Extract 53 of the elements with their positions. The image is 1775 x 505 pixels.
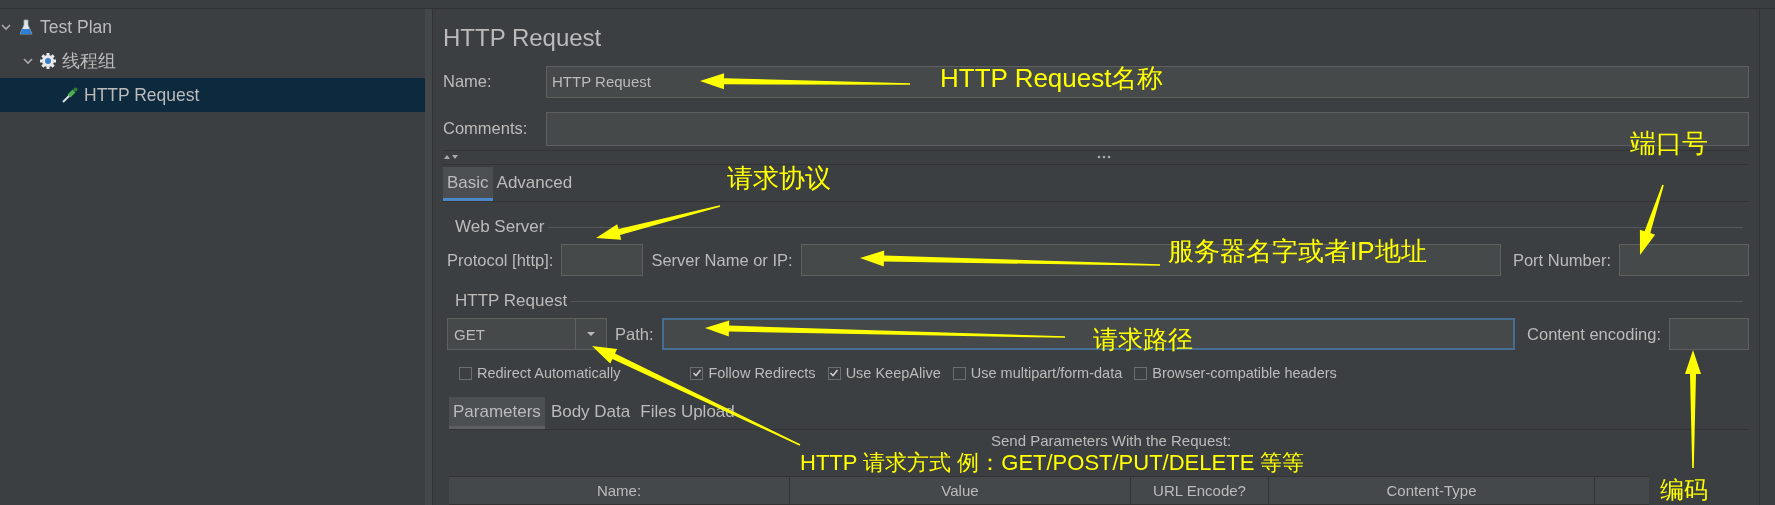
gear-icon [39, 52, 57, 70]
annotation-text: 请求路径 [1093, 325, 1193, 354]
column-header[interactable]: Content-Type [1269, 477, 1595, 504]
tab[interactable]: Basic [443, 167, 493, 202]
tab[interactable]: Parameters [449, 397, 545, 430]
tree-item[interactable]: Test Plan [0, 10, 425, 44]
annotation-text: 端口号 [1630, 129, 1708, 159]
table-caption: Send Parameters With the Request: [990, 432, 1232, 450]
field-label: Comments: [443, 119, 529, 139]
column-header[interactable]: Value [790, 477, 1131, 504]
checkbox[interactable] [1134, 366, 1148, 380]
checkbox-label: Use KeepAlive [845, 365, 941, 382]
caret-icon [586, 331, 596, 338]
annotation-text: 编码 [1660, 476, 1708, 504]
field-label: Path: [615, 324, 654, 344]
chevron-icon[interactable] [0, 21, 12, 33]
collapse-arrows-icon[interactable] [443, 153, 459, 162]
group-title: Web Server [455, 217, 545, 238]
column-header[interactable]: URL Encode? [1131, 477, 1269, 504]
annotation-text: HTTP 请求方式 例：GET/POST/PUT/DELETE 等等 [800, 450, 1305, 476]
group-title: HTTP Request [455, 291, 568, 312]
flask-icon [17, 18, 35, 36]
checkbox[interactable] [459, 366, 472, 380]
pipette-icon [61, 86, 79, 104]
field-label: Content encoding: [1527, 324, 1661, 344]
tab[interactable]: Advanced [492, 167, 577, 202]
field-label: Server Name or IP: [651, 250, 793, 270]
drag-handle-icon[interactable] [1097, 155, 1111, 160]
encoding-field[interactable] [1669, 318, 1749, 351]
checkbox[interactable] [827, 366, 841, 380]
field-label: Protocol [http]: [447, 250, 554, 270]
annotation-text: 服务器名字或者IP地址 [1168, 237, 1427, 267]
checkbox-label: Use multipart/form-data [970, 365, 1123, 382]
tree-item[interactable]: HTTP Request [0, 78, 425, 112]
tree-item[interactable]: 线程组 [0, 44, 425, 78]
field-label: Port Number: [1512, 250, 1611, 270]
checkbox-label: Redirect Automatically [477, 365, 621, 382]
checkbox-label: Follow Redirects [708, 365, 816, 382]
annotation-text: HTTP Request名称 [940, 64, 1164, 94]
panel-title: HTTP Request [443, 24, 603, 53]
checkbox[interactable] [690, 366, 704, 380]
tab[interactable]: Body Data [546, 397, 635, 430]
method-dropdown[interactable]: GET [447, 318, 607, 351]
checkbox-label: Browser-compatible headers [1152, 365, 1337, 382]
annotation-arrow [1639, 184, 1664, 255]
column-header[interactable]: Name: [449, 477, 790, 504]
annotation-text: 请求协议 [727, 164, 831, 194]
port-field[interactable] [1619, 244, 1749, 277]
path-field[interactable] [661, 318, 1516, 351]
protocol-field[interactable] [561, 244, 644, 277]
chevron-icon[interactable] [22, 55, 34, 67]
field-label: Name: [443, 72, 493, 92]
checkbox[interactable] [952, 366, 966, 380]
